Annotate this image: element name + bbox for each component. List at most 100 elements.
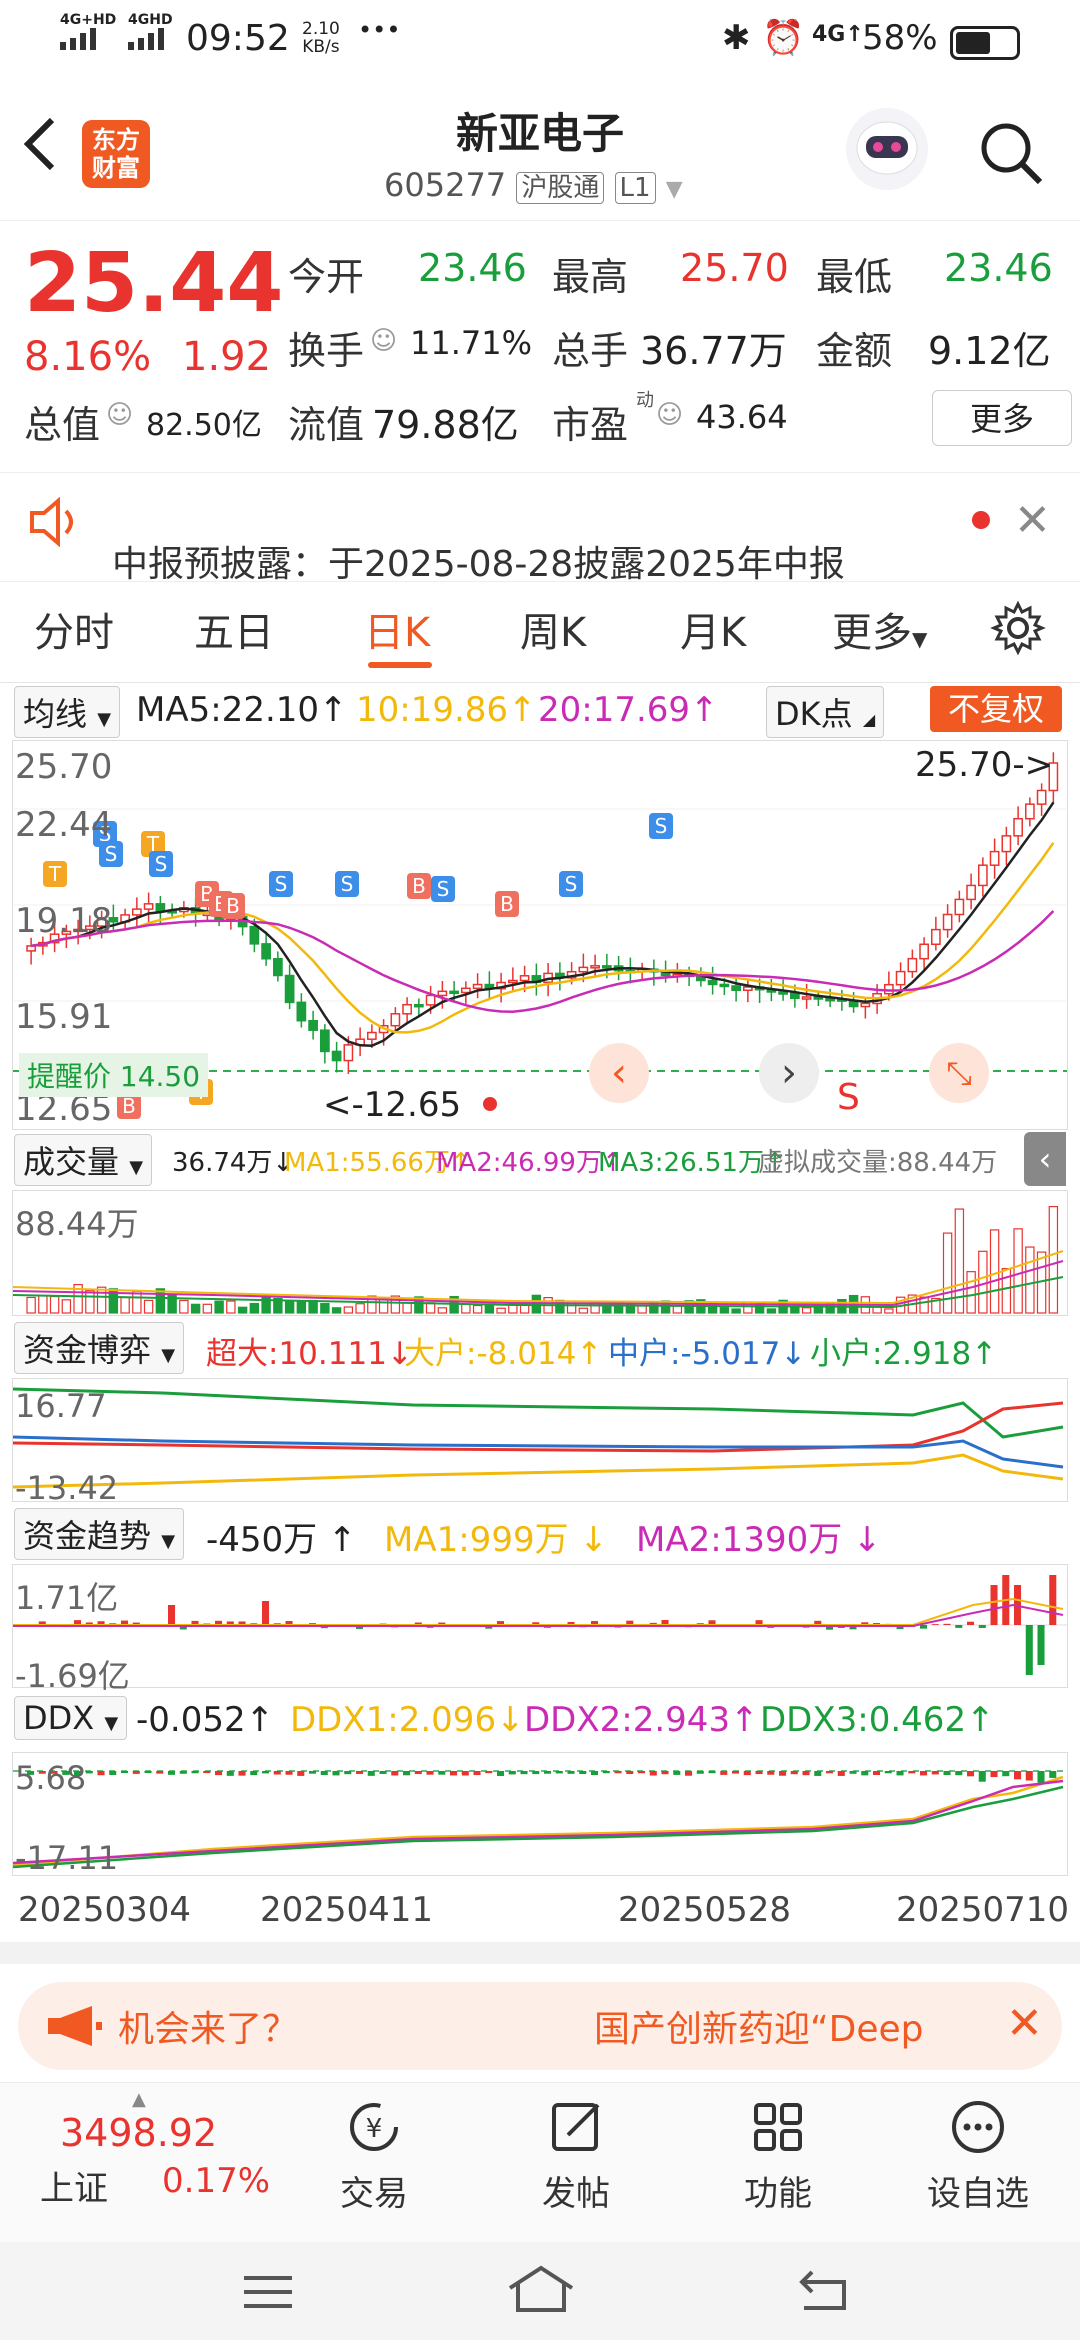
ddx-bar [696, 1771, 704, 1774]
today-dot [483, 1097, 497, 1111]
robot-assistant-icon[interactable] [846, 108, 928, 190]
high-label: 最高 [552, 255, 629, 299]
candle-body [942, 913, 953, 931]
virtual-volume: 虚拟成交量:88.44万 [758, 1148, 998, 1178]
ddx-bar [414, 1771, 422, 1775]
ddx-bar [320, 1771, 328, 1776]
market-cap-value: 82.50亿 [146, 408, 262, 443]
chevron-down-icon[interactable]: ▼ [666, 177, 683, 202]
date-label-2: 20250411 [260, 1890, 434, 1930]
prev-nav-button[interactable]: ‹ [589, 1043, 649, 1103]
alert-price-label[interactable]: 提醒价 14.50 [19, 1053, 209, 1097]
candle-body [296, 1001, 307, 1022]
ddx-bar [1014, 1771, 1022, 1780]
home-icon[interactable] [506, 2264, 576, 2318]
settings-gear-icon[interactable] [990, 600, 1046, 660]
promo-banner[interactable]: 机会来了？ 国产创新药迎“Deep ✕ [18, 1982, 1062, 2070]
candle-body [954, 898, 965, 916]
quote-panel: 25.44 8.16% 1.92 今开 23.46 最高 25.70 最低 23… [0, 222, 1080, 472]
indicator-selector-volume[interactable]: 成交量 ▼ [14, 1134, 153, 1186]
more-button[interactable]: 更多 [932, 390, 1072, 446]
next-nav-button[interactable]: › [759, 1043, 819, 1103]
nav-functions-label: 功能 [744, 2174, 812, 2214]
volume-bar [355, 1303, 365, 1314]
ddx-bar [426, 1771, 434, 1775]
candle-body [778, 991, 788, 995]
nav-add-watchlist[interactable]: 设自选 [908, 2097, 1048, 2215]
max-price-marker: 25.70-> [915, 745, 1054, 785]
pe-label: 市盈 [552, 403, 629, 447]
volume-bar [766, 1308, 777, 1314]
ddx-bar [203, 1771, 211, 1774]
tab-five-day[interactable]: 五日 [194, 600, 274, 658]
fund-trend-bar [955, 1625, 963, 1628]
volume-canvas [13, 1205, 1064, 1314]
info-icon[interactable]: ☺ [656, 400, 683, 430]
search-icon[interactable] [976, 118, 1046, 192]
fund-game-axis-min: -13.42 [15, 1469, 119, 1507]
nav-trade[interactable]: ¥ 交易 [304, 2097, 444, 2215]
ddx-bar [250, 1771, 258, 1776]
back-nav-icon[interactable] [796, 2268, 852, 2318]
dk-point-button[interactable]: DK点 ◢ [766, 686, 885, 738]
adjust-mode-button[interactable]: 不复权 [930, 686, 1062, 732]
ddx-bar [661, 1771, 669, 1775]
collapse-panel-button[interactable]: ‹ [1024, 1132, 1066, 1186]
signal-badge-text: B [226, 894, 240, 918]
nav-post[interactable]: 发帖 [506, 2097, 646, 2215]
section-divider [0, 1942, 1080, 1964]
indicator-selector-fund-trend[interactable]: 资金趋势 ▼ [14, 1508, 185, 1560]
ddx-bar [579, 1771, 587, 1775]
ddx-bar [391, 1771, 399, 1776]
info-icon[interactable]: ☺ [106, 400, 133, 430]
menu-icon[interactable] [240, 2272, 296, 2316]
nav-functions[interactable]: 功能 [708, 2097, 848, 2215]
ddx-bar [1049, 1771, 1057, 1778]
battery-percent: 58% [862, 18, 938, 58]
volume-bar [731, 1308, 741, 1314]
close-icon[interactable]: ✕ [1014, 495, 1051, 546]
tab-more[interactable]: 更多▼ [832, 600, 927, 658]
candle-body [895, 970, 906, 986]
bluetooth-icon: ✱ [722, 18, 751, 58]
speaker-icon [26, 496, 82, 551]
indicator-selector-ma[interactable]: 均线 ▼ [14, 686, 121, 738]
info-icon[interactable]: ☺ [370, 326, 397, 356]
ddx-bar [520, 1771, 528, 1775]
indicator-selector-fund-game[interactable]: 资金博弈 ▼ [14, 1322, 185, 1374]
ddx-bar [144, 1771, 152, 1774]
volume-bar [120, 1296, 130, 1314]
ddx-value: -0.052↑ [136, 1700, 275, 1740]
ddx-axis-max: 5.68 [15, 1759, 87, 1797]
fund-trend-bar [168, 1605, 176, 1625]
stock-code-row: 605277 沪股通 L1 ▼ [384, 166, 683, 204]
ddx-bar [873, 1771, 881, 1775]
ddx-bar [1002, 1771, 1010, 1777]
volume-bar [143, 1299, 154, 1314]
indicator-selector-ddx[interactable]: DDX ▼ [14, 1696, 128, 1740]
caret-down-icon: ▼ [161, 1531, 176, 1552]
index-value[interactable]: 3498.92 [60, 2111, 217, 2155]
expand-icon[interactable]: ⤡ [929, 1043, 989, 1103]
notice-bar[interactable]: 中报预披露：于2025-08-28披露2025年中报 ✕ [0, 472, 1080, 582]
signal-s-label: S [837, 1077, 860, 1118]
small-value: 小户:2.918↑ [810, 1336, 998, 1372]
network-type-1: 4G+HD [60, 12, 117, 28]
close-icon[interactable]: ✕ [1006, 1998, 1043, 2049]
volume-current: 36.74万↓ [172, 1148, 295, 1178]
signal-badge-text: B [412, 874, 426, 898]
fund-trend-selector-label: 资金趋势 [23, 1517, 152, 1555]
ddx-axis-min: -17.11 [15, 1839, 119, 1877]
alarm-icon: ⏰ [762, 18, 805, 58]
tab-weekly-k[interactable]: 周K [520, 600, 586, 658]
kline-chart[interactable]: SSTTSSSBSBSSBBBBBT 25.70 22.44 19.18 15.… [12, 740, 1068, 1130]
ddx-bar [649, 1771, 657, 1776]
tab-monthly-k[interactable]: 月K [680, 600, 746, 658]
fund-game-chart: 16.77 -13.42 [12, 1378, 1068, 1507]
ddx-bar [990, 1771, 998, 1778]
tab-daily-k[interactable]: 日K [364, 600, 430, 658]
tab-intraday[interactable]: 分时 [34, 600, 114, 658]
notice-text: 中报预披露：于2025-08-28披露2025年中报 [112, 544, 845, 582]
ddx-bar [567, 1771, 575, 1774]
candle-body [390, 1013, 401, 1027]
